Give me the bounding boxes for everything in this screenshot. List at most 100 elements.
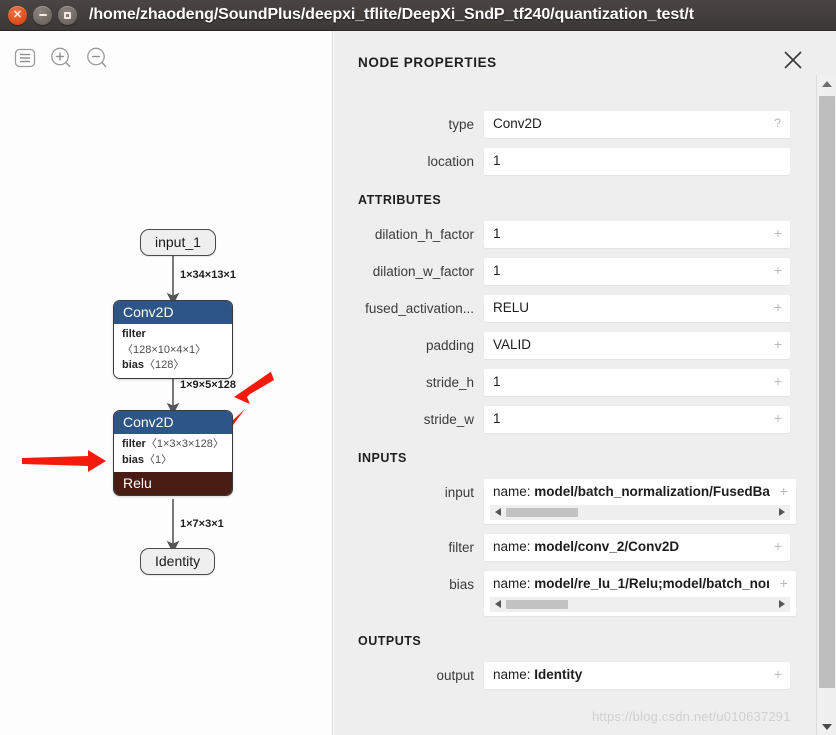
graph-node-identity[interactable]: Identity — [140, 548, 216, 575]
row-label: type — [448, 117, 474, 132]
close-window-button[interactable]: ✕ — [8, 5, 27, 25]
maximize-window-button[interactable] — [58, 5, 77, 25]
edge-label-2: 1×7×3×1 — [180, 518, 224, 530]
attribute-field[interactable]: 1 + — [484, 369, 790, 396]
vertical-scrollbar-thumb[interactable] — [819, 96, 835, 688]
arrow-to-bias — [22, 450, 106, 472]
page-title: NODE PROPERTIES — [358, 55, 497, 70]
panel-vertical-scrollbar[interactable] — [816, 75, 836, 735]
field-value: VALID — [493, 337, 532, 352]
node-label: input_1 — [140, 229, 216, 256]
expand-icon[interactable]: + — [774, 411, 782, 425]
field-prefix: name: — [493, 539, 531, 554]
node-properties-panel: NODE PROPERTIES type Conv2D ? location 1… — [334, 31, 836, 735]
input-row-bias: bias name: model/re_lu_1/Relu;model/batc… — [334, 571, 812, 616]
field-value: 1 — [493, 153, 501, 168]
input-field[interactable]: name: model/re_lu_1/Relu;model/batch_noı… — [484, 571, 796, 616]
node-attr-filter-key: filter — [122, 438, 146, 450]
close-icon[interactable] — [782, 49, 804, 71]
graph-canvas-pane[interactable]: input_1 Conv2D filter〈128×10×4×1〉 bias〈1… — [0, 31, 333, 735]
node-label: Identity — [140, 548, 216, 575]
field-value: name: model/conv_2/Conv2D — [484, 534, 790, 560]
field-value: name: model/re_lu_1/Relu;model/batch_noı — [484, 571, 796, 597]
attribute-field[interactable]: 1 + — [484, 406, 790, 433]
output-row-output: output name: Identity + — [334, 662, 812, 689]
panel-scroll-area[interactable]: type Conv2D ? location 1 ATTRIBUTES dila… — [334, 89, 812, 735]
row-label: fused_activation... — [365, 301, 474, 316]
scroll-left-arrow-icon[interactable] — [495, 600, 501, 608]
property-row-location: location 1 — [334, 148, 812, 175]
expand-icon[interactable]: + — [780, 576, 788, 590]
section-title-attributes: ATTRIBUTES — [358, 193, 442, 207]
edge-label-1: 1×9×5×128 — [180, 379, 236, 391]
node-attr-bias-key: bias — [122, 359, 145, 372]
node-attr-bias-value: 〈1〉 — [144, 453, 173, 466]
row-label: bias — [449, 577, 474, 592]
attribute-field[interactable]: RELU + — [484, 295, 790, 322]
field-value: RELU — [493, 300, 530, 315]
field-prefix: name: — [493, 576, 531, 591]
scroll-right-arrow-icon[interactable] — [778, 508, 785, 516]
node-attr-filter-value: 〈1×3×3×128〉 — [145, 438, 224, 450]
expand-icon[interactable]: + — [774, 539, 782, 553]
node-attr-filter-value: 〈128×10×4×1〉 — [122, 343, 207, 356]
watermark: https://blog.csdn.net/u010637291 — [592, 709, 791, 724]
graph-node-conv2d-2[interactable]: Conv2D filter〈1×3×3×128〉 bias〈1〉 Relu — [113, 410, 233, 497]
scrollbar-thumb[interactable] — [506, 600, 568, 609]
arrow-to-output-shape — [234, 371, 274, 404]
help-icon[interactable]: ? — [774, 116, 781, 130]
node-op-title: Conv2D — [114, 411, 232, 434]
input-field[interactable]: name: model/conv_2/Conv2D + — [484, 534, 790, 561]
horizontal-scrollbar[interactable] — [490, 505, 790, 520]
location-field[interactable]: 1 — [484, 148, 790, 175]
node-op-title: Conv2D — [114, 301, 232, 324]
row-label: padding — [425, 338, 474, 353]
node-attr-bias-value: 〈128〉 — [144, 359, 185, 372]
field-value: 1 — [493, 374, 501, 389]
node-attr-bias-key: bias — [122, 453, 145, 466]
attribute-field[interactable]: VALID + — [484, 332, 790, 359]
expand-icon[interactable]: + — [774, 300, 782, 314]
attribute-row-stride-w: stride_w 1 + — [334, 406, 812, 433]
expand-icon[interactable]: + — [774, 337, 782, 351]
expand-icon[interactable]: + — [774, 374, 782, 388]
type-field[interactable]: Conv2D ? — [484, 111, 790, 138]
annotation-arrows — [22, 371, 274, 472]
row-label: output — [436, 668, 474, 683]
property-row-type: type Conv2D ? — [334, 111, 812, 138]
scroll-up-arrow-icon[interactable] — [822, 81, 832, 87]
attribute-row-dilation-w-factor: dilation_w_factor 1 + — [334, 258, 812, 285]
field-value: 1 — [493, 226, 501, 241]
graph-node-input_1[interactable]: input_1 — [140, 229, 216, 256]
edge-label-0: 1×34×13×1 — [180, 269, 236, 281]
expand-icon[interactable]: + — [780, 484, 788, 498]
input-row-filter: filter name: model/conv_2/Conv2D + — [334, 534, 812, 561]
expand-icon[interactable]: + — [774, 667, 782, 681]
row-label: dilation_w_factor — [372, 264, 474, 279]
scroll-left-arrow-icon[interactable] — [495, 508, 501, 516]
field-value: 1 — [493, 411, 501, 426]
scroll-right-arrow-icon[interactable] — [778, 600, 785, 608]
node-attr-filter-key: filter — [122, 328, 146, 340]
field-name-value: model/batch_normalization/FusedBa — [534, 484, 770, 499]
field-value: 1 — [493, 263, 501, 278]
field-name-value: model/conv_2/Conv2D — [534, 539, 680, 554]
scroll-down-arrow-icon[interactable] — [822, 724, 832, 730]
minimize-window-button[interactable] — [33, 5, 52, 25]
attribute-row-stride-h: stride_h 1 + — [334, 369, 812, 396]
attribute-field[interactable]: 1 + — [484, 258, 790, 285]
output-field[interactable]: name: Identity + — [484, 662, 790, 689]
expand-icon[interactable]: + — [774, 263, 782, 277]
expand-icon[interactable]: + — [774, 226, 782, 240]
window-title: /home/zhaodeng/SoundPlus/deepxi_tflite/D… — [89, 6, 694, 23]
horizontal-scrollbar[interactable] — [490, 597, 790, 612]
graph-node-conv2d-1[interactable]: Conv2D filter 〈128×10×4×1〉 bias〈128〉 — [113, 300, 233, 379]
field-prefix: name: — [493, 484, 531, 499]
field-name-value: model/re_lu_1/Relu;model/batch_noı — [534, 576, 770, 591]
panel-header: NODE PROPERTIES — [334, 31, 836, 89]
node-activation-label: Relu — [114, 472, 232, 496]
scrollbar-thumb[interactable] — [506, 508, 578, 517]
attribute-field[interactable]: 1 + — [484, 221, 790, 248]
attribute-row-padding: padding VALID + — [334, 332, 812, 359]
input-field[interactable]: name: model/batch_normalization/FusedBa … — [484, 479, 796, 524]
